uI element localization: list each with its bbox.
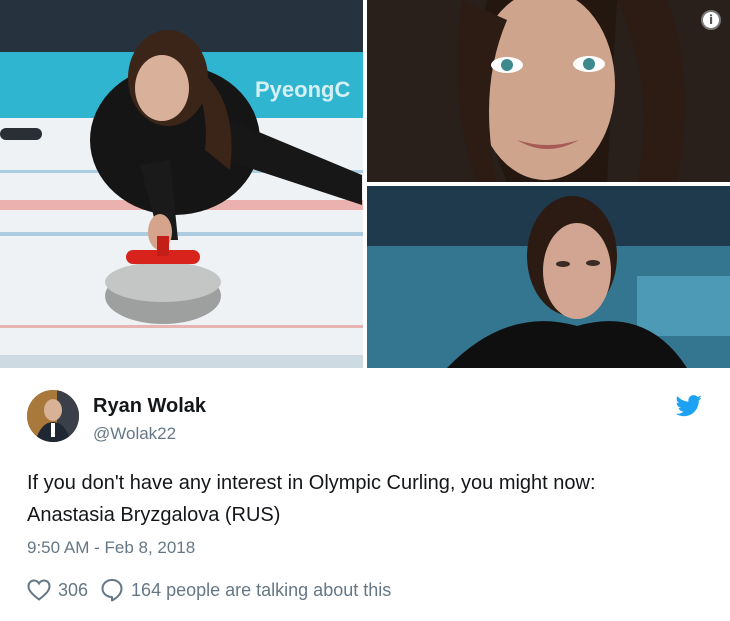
author-name[interactable]: Ryan Wolak — [93, 395, 206, 418]
portrait-serious — [367, 186, 730, 368]
curling-player-photo[interactable]: PyeongC — [0, 0, 363, 368]
arena-banner-text: PyeongC — [255, 77, 350, 102]
avatar-image — [27, 390, 79, 442]
portrait-serious-photo[interactable] — [367, 186, 730, 368]
info-icon[interactable]: i — [701, 10, 721, 30]
twitter-bird-icon[interactable] — [675, 395, 703, 417]
author-handle[interactable]: @Wolak22 — [93, 424, 176, 444]
heart-icon[interactable] — [27, 579, 51, 601]
tweet-timestamp[interactable]: 9:50 AM - Feb 8, 2018 — [27, 538, 195, 558]
tweet-media-grid[interactable]: PyeongC i — [0, 0, 730, 368]
curling-scene: PyeongC — [0, 0, 363, 368]
tweet-text-line-2: Anastasia Bryzgalova (RUS) — [27, 504, 281, 526]
like-count[interactable]: 306 — [58, 580, 88, 601]
tweet-actions: 306 164 people are talking about this — [27, 576, 391, 604]
talking-about-link[interactable]: 164 people are talking about this — [131, 580, 391, 601]
portrait-smiling-photo[interactable]: i — [367, 0, 730, 182]
reply-bubble-icon[interactable] — [100, 578, 124, 602]
tweet-card[interactable]: Ryan Wolak @Wolak22 If you don't have an… — [0, 368, 730, 621]
tweet-text-line-1: If you don't have any interest in Olympi… — [27, 472, 596, 494]
portrait-smiling — [367, 0, 730, 182]
tweet-text: If you don't have any interest in Olympi… — [27, 467, 717, 531]
avatar[interactable] — [27, 390, 79, 442]
